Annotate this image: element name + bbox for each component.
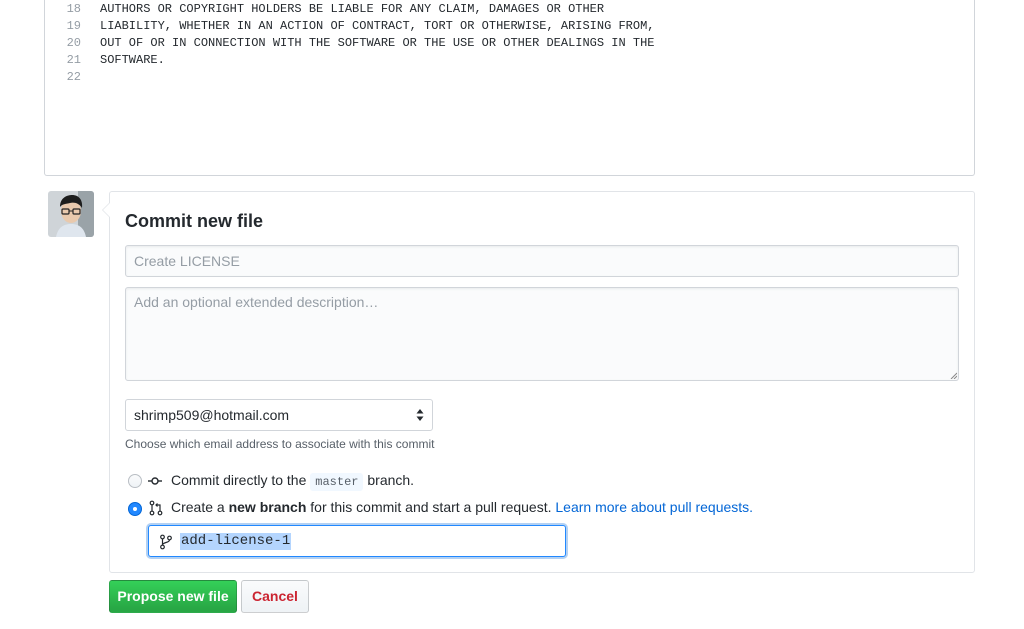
commit-form: Commit new file shrimp509@hotmail.com Ch…	[102, 191, 975, 573]
line-number: 20	[66, 36, 81, 50]
option-new-suffix: for this commit and start a pull request…	[310, 499, 552, 515]
line-text: AUTHORS OR COPYRIGHT HOLDERS BE LIABLE F…	[100, 2, 605, 16]
git-branch-icon	[160, 534, 172, 550]
code-line: 21 SOFTWARE.	[45, 52, 974, 69]
code-line: 18 AUTHORS OR COPYRIGHT HOLDERS BE LIABL…	[45, 1, 974, 18]
option-direct-suffix: branch.	[367, 472, 415, 488]
option-new-bold: new branch	[228, 499, 307, 515]
line-number: 22	[66, 70, 81, 84]
option-commit-direct-label[interactable]: Commit directly to the master branch.	[171, 472, 415, 491]
git-commit-icon	[148, 477, 162, 485]
line-number: 18	[66, 2, 81, 16]
select-arrows-icon	[416, 409, 424, 421]
file-preview: 18 AUTHORS OR COPYRIGHT HOLDERS BE LIABL…	[44, 0, 975, 176]
propose-new-file-button[interactable]: Propose new file	[109, 580, 237, 613]
line-text: SOFTWARE.	[100, 53, 165, 67]
resize-grip-icon[interactable]	[950, 372, 957, 379]
avatar-image	[48, 191, 94, 237]
line-text: OUT OF OR IN CONNECTION WITH THE SOFTWAR…	[100, 36, 655, 50]
option-new-prefix: Create a	[171, 499, 225, 515]
avatar[interactable]	[48, 191, 94, 237]
option-new-branch-label[interactable]: Create a new branch for this commit and …	[171, 499, 753, 515]
learn-more-pull-requests-link[interactable]: Learn more about pull requests.	[555, 499, 753, 515]
email-help-text: Choose which email address to associate …	[125, 437, 435, 451]
line-number: 19	[66, 19, 81, 33]
code-line: 20 OUT OF OR IN CONNECTION WITH THE SOFT…	[45, 35, 974, 52]
commit-summary-input[interactable]	[125, 245, 959, 277]
radio-new-branch[interactable]	[128, 502, 142, 516]
email-select[interactable]: shrimp509@hotmail.com	[125, 399, 433, 431]
commit-description-input[interactable]	[125, 287, 959, 381]
pull-request-icon	[149, 500, 163, 516]
code-line: 22	[45, 69, 974, 86]
code-line: 19 LIABILITY, WHETHER IN AN ACTION OF CO…	[45, 18, 974, 35]
new-branch-name-input[interactable]: add-license-1	[148, 525, 566, 557]
branch-name-pill: master	[310, 473, 364, 491]
line-text: LIABILITY, WHETHER IN AN ACTION OF CONTR…	[100, 19, 655, 33]
branch-name-value: add-license-1	[180, 533, 292, 550]
commit-form-title: Commit new file	[125, 211, 264, 231]
email-select-value: shrimp509@hotmail.com	[134, 407, 290, 423]
line-number: 21	[66, 53, 81, 67]
speech-caret-inner	[103, 203, 110, 217]
option-direct-prefix: Commit directly to the	[171, 472, 307, 488]
radio-commit-direct[interactable]	[128, 474, 142, 488]
cancel-button[interactable]: Cancel	[241, 580, 309, 613]
